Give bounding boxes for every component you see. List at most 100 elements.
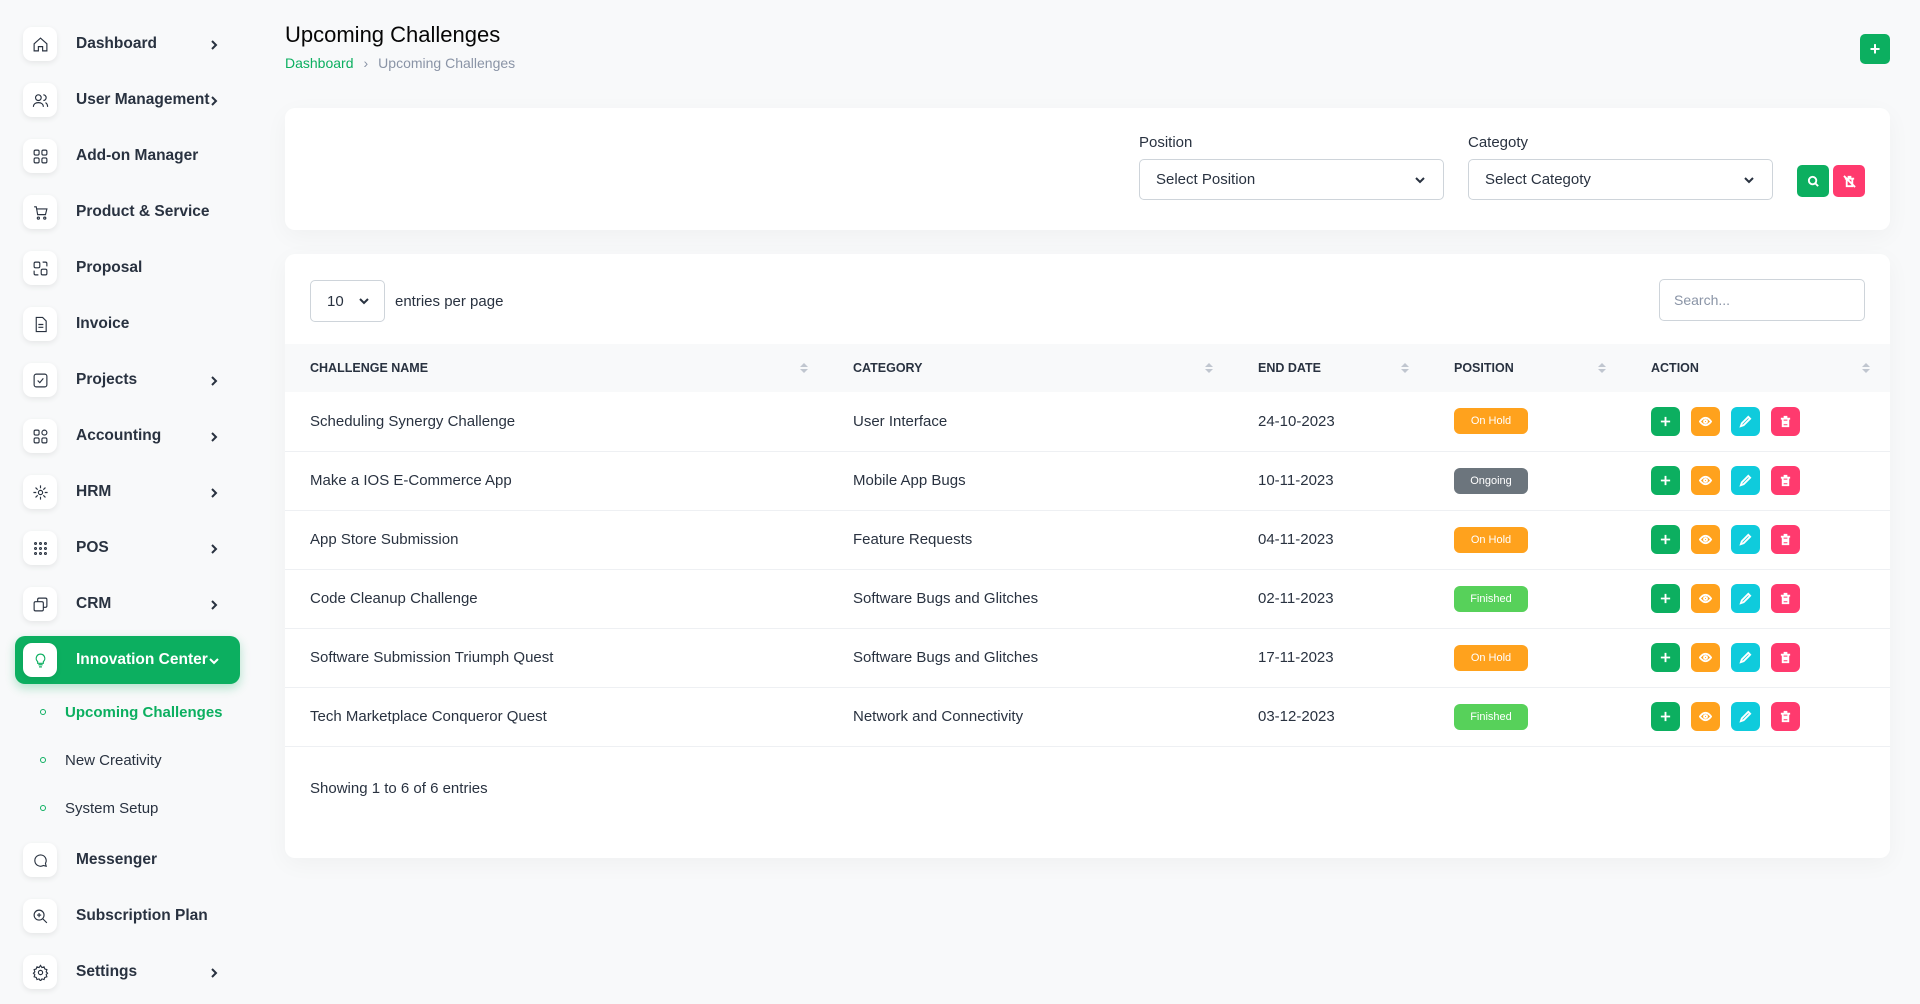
breadcrumb-separator-icon: ›: [363, 55, 369, 71]
delete-button[interactable]: [1771, 702, 1800, 731]
column-header-action[interactable]: ACTION: [1626, 344, 1890, 392]
view-button[interactable]: [1691, 406, 1720, 436]
sidebar-item-accounting[interactable]: Accounting: [15, 412, 240, 460]
column-header-challenge-name[interactable]: CHALLENGE NAME: [285, 344, 828, 392]
pencil-icon: [1739, 651, 1752, 664]
sidebar-item-invoice[interactable]: Invoice: [15, 300, 240, 348]
sidebar-item-addon-manager[interactable]: Add-on Manager: [15, 132, 240, 180]
sort-icon: [1598, 363, 1606, 373]
view-button[interactable]: [1691, 466, 1720, 495]
delete-button[interactable]: [1771, 584, 1800, 613]
add-button[interactable]: [1651, 406, 1680, 436]
trash-off-icon: [1842, 174, 1856, 188]
edit-button[interactable]: [1731, 525, 1760, 554]
sidebar-item-subscription-plan[interactable]: Subscription Plan: [15, 892, 240, 940]
challenge-name-cell: Software Submission Triumph Quest: [310, 649, 554, 666]
view-button[interactable]: [1691, 525, 1720, 554]
sidebar-item-label: Innovation Center: [76, 651, 208, 668]
chevron-right-icon: [208, 38, 220, 50]
category-select[interactable]: Select Categoty: [1468, 159, 1773, 200]
sidebar-item-label: Messenger: [76, 851, 157, 868]
sidebar-item-innovation-center[interactable]: Innovation Center: [15, 636, 240, 684]
table-row: Scheduling Synergy Challenge User Interfa…: [285, 392, 1890, 451]
message-icon: [23, 843, 57, 877]
challenges-table-card: 10 entries per page CHALLENGE NAME CATEG…: [285, 254, 1890, 858]
sidebar-item-product-service[interactable]: Product & Service: [15, 188, 240, 236]
add-button[interactable]: [1651, 466, 1680, 495]
status-badge: On Hold: [1454, 644, 1528, 671]
column-header-label: POSITION: [1454, 361, 1514, 375]
search-icon: [1807, 175, 1819, 187]
entries-per-page: 10 entries per page: [310, 280, 503, 322]
sidebar-item-hrm[interactable]: HRM: [15, 468, 240, 516]
bulb-icon: [23, 643, 57, 677]
category-cell: Feature Requests: [853, 531, 973, 548]
edit-button[interactable]: [1731, 643, 1760, 672]
view-button[interactable]: [1691, 643, 1720, 672]
position-cell: Finished: [1429, 569, 1626, 628]
table-row: Make a IOS E-Commerce App Mobile App Bugs…: [285, 451, 1890, 510]
sidebar-item-crm[interactable]: CRM: [15, 580, 240, 628]
users-icon: [23, 83, 57, 117]
sidebar-item-messenger[interactable]: Messenger: [15, 836, 240, 884]
status-badge: Finished: [1454, 703, 1528, 730]
column-header-end-date[interactable]: END DATE: [1233, 344, 1429, 392]
column-header-category[interactable]: CATEGORY: [828, 344, 1233, 392]
delete-button[interactable]: [1771, 466, 1800, 495]
pencil-icon: [1739, 415, 1752, 428]
trash-icon: [1780, 651, 1791, 664]
action-cell: [1626, 510, 1890, 569]
add-button[interactable]: [1651, 584, 1680, 613]
challenge-name-cell: Code Cleanup Challenge: [310, 590, 478, 607]
delete-button[interactable]: [1771, 525, 1800, 554]
edit-button[interactable]: [1731, 702, 1760, 731]
sidebar-item-projects[interactable]: Projects: [15, 356, 240, 404]
add-button[interactable]: [1651, 643, 1680, 672]
add-button[interactable]: [1651, 525, 1680, 554]
reset-filter-button[interactable]: [1833, 165, 1865, 197]
sidebar-item-settings[interactable]: Settings: [15, 948, 240, 996]
sidebar-item-dashboard[interactable]: Dashboard: [15, 20, 240, 68]
status-badge: On Hold: [1454, 408, 1528, 435]
chevron-right-icon: [208, 542, 220, 554]
per-page-label: entries per page: [395, 292, 504, 310]
apply-filter-button[interactable]: [1797, 165, 1829, 197]
cart-icon: [23, 195, 57, 229]
chevron-right-icon: [208, 374, 220, 386]
position-select[interactable]: Select Position: [1139, 159, 1444, 200]
eye-icon: [1699, 416, 1712, 426]
challenge-name-cell: Make a IOS E-Commerce App: [310, 472, 512, 489]
grid-icon: [23, 139, 57, 173]
edit-button[interactable]: [1731, 406, 1760, 436]
edit-button[interactable]: [1731, 466, 1760, 495]
add-challenge-button[interactable]: +: [1860, 34, 1890, 64]
sidebar-item-label: Projects: [76, 371, 138, 388]
category-filter-label: Categoty: [1468, 134, 1529, 151]
sidebar-item-pos[interactable]: POS: [15, 524, 240, 572]
sidebar-item-proposal[interactable]: Proposal: [15, 244, 240, 292]
plus-icon: [1660, 534, 1671, 545]
challenge-name-cell: App Store Submission: [310, 531, 459, 548]
sidebar-subitem-upcoming-challenges[interactable]: Upcoming Challenges: [40, 692, 255, 732]
sidebar-item-user-management[interactable]: User Management: [15, 76, 240, 124]
column-header-position[interactable]: POSITION: [1429, 344, 1626, 392]
delete-button[interactable]: [1771, 406, 1800, 436]
breadcrumb-home-link[interactable]: Dashboard: [285, 55, 354, 71]
sidebar-subitem-system-setup[interactable]: System Setup: [40, 788, 255, 828]
chevron-right-icon: [208, 94, 220, 106]
position-cell: On Hold: [1429, 510, 1626, 569]
breadcrumb: Dashboard › Upcoming Challenges: [285, 55, 515, 71]
view-button[interactable]: [1691, 584, 1720, 613]
add-button[interactable]: [1651, 702, 1680, 731]
trash-icon: [1780, 592, 1791, 605]
sidebar-subitem-new-creativity[interactable]: New Creativity: [40, 740, 255, 780]
pencil-icon: [1739, 533, 1752, 546]
sidebar-subitem-label: New Creativity: [65, 751, 162, 769]
table-search-input[interactable]: [1659, 279, 1865, 321]
edit-button[interactable]: [1731, 584, 1760, 613]
view-button[interactable]: [1691, 702, 1720, 731]
delete-button[interactable]: [1771, 643, 1800, 672]
per-page-select[interactable]: 10: [310, 280, 385, 322]
chevron-down-icon: [1744, 176, 1754, 183]
sort-icon: [1862, 363, 1870, 373]
